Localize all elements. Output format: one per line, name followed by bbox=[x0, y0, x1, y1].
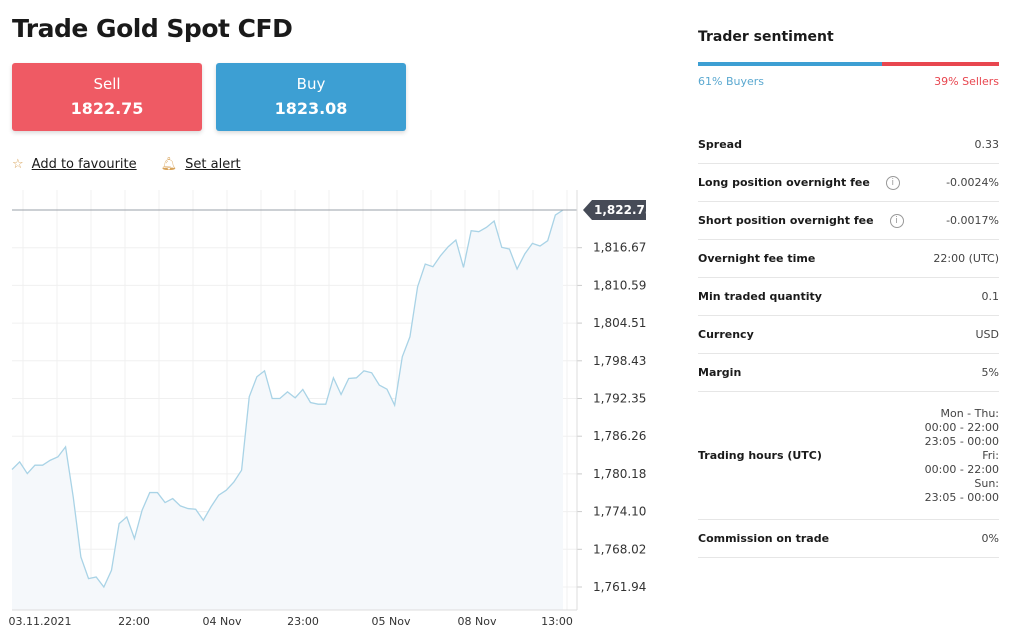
detail-key: Margin bbox=[698, 366, 741, 379]
detail-key-text: Spread bbox=[698, 138, 742, 151]
buy-button[interactable]: Buy 1823.08 bbox=[216, 63, 406, 131]
detail-row: Commission on trade 0% bbox=[698, 520, 999, 558]
detail-row: Trading hours (UTC) Mon - Thu: 00:00 - 22… bbox=[698, 392, 999, 520]
detail-key: Min traded quantity bbox=[698, 290, 822, 303]
detail-key: Commission on trade bbox=[698, 532, 829, 545]
y-tick-label: 1,804.51 bbox=[593, 316, 646, 330]
info-icon[interactable]: i bbox=[885, 175, 900, 190]
detail-key-text: Currency bbox=[698, 328, 754, 341]
detail-value: USD bbox=[975, 327, 999, 341]
sentiment-title: Trader sentiment bbox=[698, 29, 834, 45]
detail-key-text: Long position overnight fee bbox=[698, 176, 870, 189]
y-tick-label: 1,780.18 bbox=[593, 467, 646, 481]
y-tick-label: 1,774.10 bbox=[593, 505, 646, 519]
detail-key: Short position overnight fee i bbox=[698, 213, 904, 228]
detail-key: Currency bbox=[698, 328, 754, 341]
sentiment-bar bbox=[698, 62, 999, 66]
x-tick-label: 08 Nov bbox=[458, 615, 497, 628]
detail-value: Mon - Thu: 00:00 - 22:00 23:05 - 00:00 F… bbox=[924, 406, 999, 504]
detail-value: 0% bbox=[981, 531, 999, 545]
x-tick-label: 05 Nov bbox=[372, 615, 411, 628]
star-icon: ☆ bbox=[12, 157, 24, 172]
detail-value: 22:00 (UTC) bbox=[933, 251, 999, 265]
sell-button[interactable]: Sell 1822.75 bbox=[12, 63, 202, 131]
x-tick-label: 23:00 bbox=[287, 615, 319, 628]
sellers-pct: 39% Sellers bbox=[934, 75, 999, 88]
detail-key: Spread bbox=[698, 138, 742, 151]
detail-row: Margin 5% bbox=[698, 354, 999, 392]
details-table: Spread 0.33 Long position overnight fee i -0… bbox=[698, 126, 999, 558]
detail-value: -0.0024% bbox=[946, 175, 999, 189]
detail-value: -0.0017% bbox=[946, 213, 999, 227]
detail-value: 0.1 bbox=[981, 289, 1000, 303]
sell-label: Sell bbox=[93, 75, 121, 93]
detail-key-text: Trading hours (UTC) bbox=[698, 449, 822, 462]
detail-value: 5% bbox=[981, 365, 999, 379]
sellers-bar bbox=[881, 62, 999, 66]
page-title: Trade Gold Spot CFD bbox=[12, 14, 293, 43]
y-tick-label: 1,768.02 bbox=[593, 542, 646, 556]
y-tick-label: 1,786.26 bbox=[593, 429, 646, 443]
y-tick-label: 1,798.43 bbox=[593, 354, 646, 368]
current-price-label: 1,822.75 bbox=[594, 203, 650, 217]
info-icon[interactable]: i bbox=[889, 213, 904, 228]
detail-key: Trading hours (UTC) bbox=[698, 449, 822, 462]
sell-price: 1822.75 bbox=[70, 99, 144, 118]
add-to-favourite-link[interactable]: ☆ Add to favourite bbox=[12, 157, 137, 172]
alert-label: Set alert bbox=[185, 157, 241, 172]
detail-key: Overnight fee time bbox=[698, 252, 815, 265]
area-fill bbox=[12, 210, 563, 610]
detail-row: Overnight fee time 22:00 (UTC) bbox=[698, 240, 999, 278]
detail-key-text: Margin bbox=[698, 366, 742, 379]
x-tick-label: 22:00 bbox=[118, 615, 150, 628]
x-tick-label: 03.11.2021 bbox=[9, 615, 72, 628]
x-tick-label: 13:00 bbox=[541, 615, 573, 628]
detail-row: Short position overnight fee i -0.0017% bbox=[698, 202, 999, 240]
detail-key-text: Min traded quantity bbox=[698, 290, 822, 303]
set-alert-link[interactable]: 🔔︎ Set alert bbox=[161, 157, 241, 172]
detail-row: Min traded quantity 0.1 bbox=[698, 278, 999, 316]
buy-label: Buy bbox=[296, 75, 326, 93]
detail-value: 0.33 bbox=[974, 137, 1000, 151]
buy-price: 1823.08 bbox=[274, 99, 348, 118]
y-tick-label: 1,761.94 bbox=[593, 580, 646, 594]
price-chart: 1,816.67 1,810.59 1,804.51 1,798.43 1,792.35… bbox=[9, 190, 650, 628]
buyers-pct: 61% Buyers bbox=[698, 75, 764, 88]
detail-key-text: Short position overnight fee bbox=[698, 214, 874, 227]
x-tick-label: 04 Nov bbox=[203, 615, 242, 628]
detail-row: Spread 0.33 bbox=[698, 126, 999, 164]
buyers-bar bbox=[698, 62, 882, 66]
y-tick-label: 1,816.67 bbox=[593, 241, 646, 255]
detail-row: Long position overnight fee i -0.0024% bbox=[698, 164, 999, 202]
detail-row: Currency USD bbox=[698, 316, 999, 354]
detail-key-text: Commission on trade bbox=[698, 532, 830, 545]
detail-key-text: Overnight fee time bbox=[698, 252, 816, 265]
bell-icon: 🔔︎ bbox=[160, 157, 178, 172]
y-tick-label: 1,792.35 bbox=[593, 392, 646, 406]
favourite-label: Add to favourite bbox=[31, 157, 137, 172]
y-tick-label: 1,810.59 bbox=[593, 278, 646, 292]
detail-key: Long position overnight fee i bbox=[698, 175, 900, 190]
